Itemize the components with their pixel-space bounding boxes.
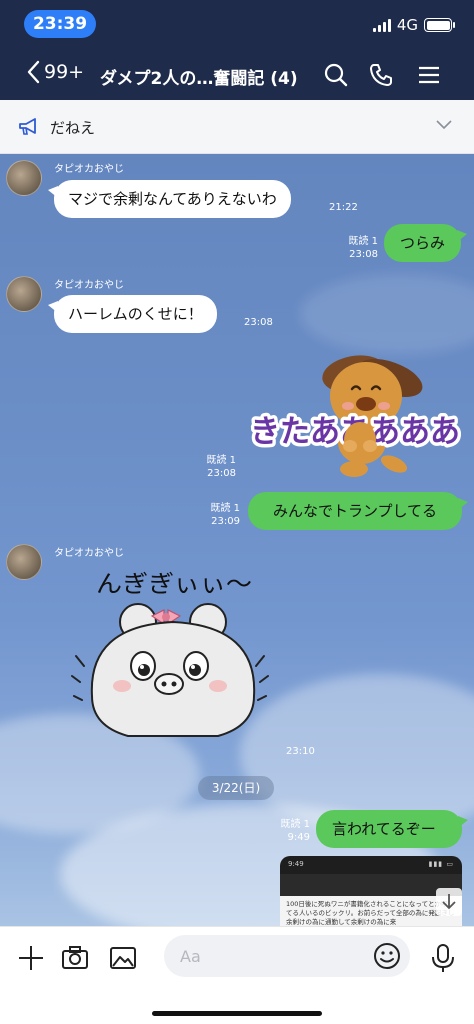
top-bar: 23:39 4G 99+ ダメプ2人の…奮闘記 (4) — [0, 0, 474, 100]
avatar[interactable] — [6, 160, 42, 196]
plus-icon[interactable] — [16, 943, 46, 973]
announcement-bar[interactable]: だねえ — [0, 100, 474, 154]
avatar[interactable] — [6, 544, 42, 580]
camera-icon[interactable] — [60, 943, 90, 973]
menu-icon[interactable] — [416, 62, 442, 88]
bear-sticker[interactable]: んぎぎぃぃ〜 — [68, 566, 280, 756]
chevron-left-icon — [27, 60, 40, 84]
message-meta: 既読 1 23:08 — [196, 454, 236, 480]
message-time: 23:08 — [349, 249, 378, 260]
message-bubble-outgoing[interactable]: 言われてるぞー — [316, 810, 468, 848]
message-bubble-incoming[interactable]: マジで余剰なんてありえないわ — [48, 180, 291, 218]
battery-icon — [424, 18, 455, 32]
status-indicators: 4G — [372, 16, 455, 34]
announcement-text: だねえ — [50, 119, 96, 137]
read-receipt: 既読 1 — [206, 455, 236, 466]
emoji-icon[interactable] — [372, 941, 402, 971]
message-meta: 既読 1 9:49 — [276, 818, 310, 844]
read-receipt: 既読 1 — [348, 236, 378, 247]
network-label: 4G — [396, 16, 418, 34]
sender-name: タピオカおやじ — [54, 548, 124, 559]
scroll-to-bottom-button[interactable] — [436, 888, 462, 916]
message-bubble-outgoing[interactable]: つらみ — [384, 224, 468, 262]
read-receipt: 既読 1 — [210, 503, 240, 514]
phone-icon[interactable] — [368, 62, 394, 88]
sticker-caption: んぎぎぃぃ〜 — [96, 570, 252, 598]
megaphone-icon — [19, 118, 36, 135]
image-message[interactable]: 9:49 ▮▮▮ ▭ 100日後に死ぬワニが書籍化されることになってとか叩いてる… — [280, 856, 462, 926]
message-meta: 既読 1 23:09 — [204, 502, 240, 528]
message-time: 23:08 — [207, 468, 236, 479]
chat-title: ダメプ2人の…奮闘記 (4) — [100, 69, 298, 89]
date-separator: 3/22(日) — [198, 776, 274, 800]
home-indicator — [152, 1011, 322, 1016]
microphone-icon[interactable] — [428, 943, 458, 973]
message-time: 21:22 — [329, 202, 358, 213]
message-time: 23:09 — [211, 516, 240, 527]
back-button[interactable]: 99+ — [26, 60, 84, 84]
arrow-down-icon — [442, 894, 456, 910]
search-icon[interactable] — [323, 62, 349, 88]
sender-name: タピオカおやじ — [54, 164, 124, 175]
signal-icon — [372, 18, 391, 32]
message-bubble-incoming[interactable]: ハーレムのくせに！ — [48, 295, 217, 333]
chevron-down-icon[interactable] — [436, 120, 452, 130]
image-status-time: 9:49 — [288, 860, 304, 868]
image-status-bar: 9:49 ▮▮▮ ▭ — [280, 856, 462, 874]
chat-header: 99+ ダメプ2人の…奮闘記 (4) — [0, 52, 474, 98]
image-body: 100日後に死ぬワニが書籍化されることになってとか叩いてる人いるのビックリ。お前… — [280, 896, 462, 926]
status-time: 23:39 — [24, 10, 96, 38]
unread-count: 99+ — [44, 61, 85, 83]
input-bar — [0, 926, 474, 1024]
message-meta: 既読 1 23:08 — [344, 235, 378, 261]
message-bubble-outgoing[interactable]: みんなでトランプしてる — [248, 492, 468, 530]
image-status-icons: ▮▮▮ ▭ — [428, 860, 454, 868]
message-time: 23:10 — [286, 746, 315, 757]
chat-area[interactable]: タピオカおやじ マジで余剰なんてありえないわ 21:22 既読 1 23:08 … — [0, 154, 474, 926]
message-time: 23:08 — [244, 317, 273, 328]
message-time: 9:49 — [287, 832, 310, 843]
sender-name: タピオカおやじ — [54, 280, 124, 291]
read-receipt: 既読 1 — [280, 819, 310, 830]
dog-sticker[interactable]: きたあああああ きたあああああ — [244, 344, 466, 480]
photo-icon[interactable] — [108, 943, 138, 973]
image-toolbar — [280, 874, 462, 896]
avatar[interactable] — [6, 276, 42, 312]
